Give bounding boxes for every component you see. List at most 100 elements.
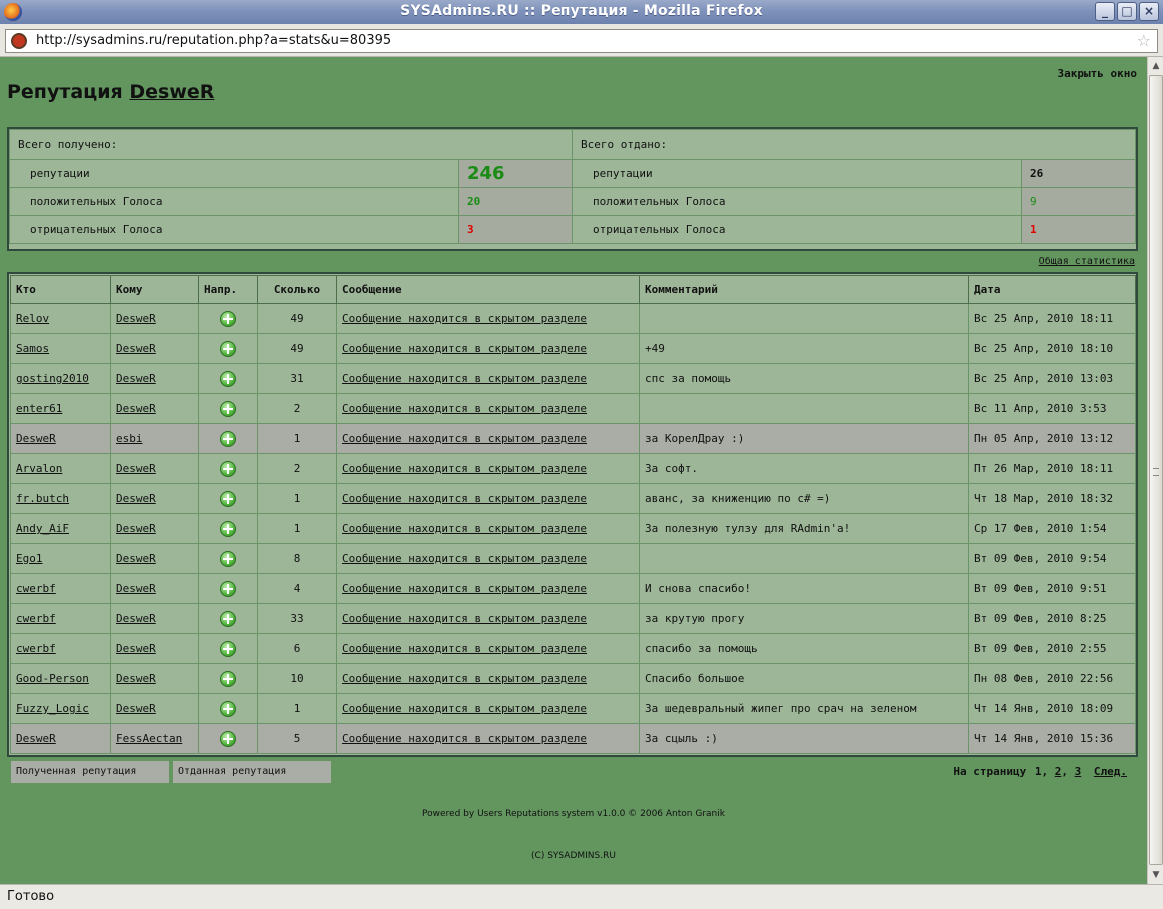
vote-message-link[interactable]: Сообщение находится в скрытом разделе — [342, 432, 587, 445]
vote-message-link[interactable]: Сообщение находится в скрытом разделе — [342, 732, 587, 745]
vote-message-link[interactable]: Сообщение находится в скрытом разделе — [342, 492, 587, 505]
vote-date: Пн 05 Апр, 2010 13:12 — [968, 423, 1136, 454]
url-text[interactable]: http://sysadmins.ru/reputation.php?a=sta… — [36, 33, 391, 48]
vote-comment: Спасибо большое — [639, 663, 969, 694]
vote-to-link[interactable]: FessAectan — [116, 732, 182, 745]
vote-message-link[interactable]: Сообщение находится в скрытом разделе — [342, 312, 587, 325]
vote-to-link[interactable]: DesweR — [116, 552, 156, 565]
vote-who-link[interactable]: cwerbf — [16, 582, 56, 595]
vote-to-link[interactable]: DesweR — [116, 312, 156, 325]
page-title-prefix: Репутация — [7, 81, 123, 103]
plus-vote-icon — [220, 400, 236, 417]
vote-to-cell: DesweR — [110, 393, 199, 424]
username-link[interactable]: DesweR — [129, 81, 214, 103]
vote-to-link[interactable]: DesweR — [116, 462, 156, 475]
vote-message-link[interactable]: Сообщение находится в скрытом разделе — [342, 402, 587, 415]
plus-vote-icon — [220, 550, 236, 567]
close-window-link[interactable]: Закрыть окно — [1058, 67, 1137, 80]
vote-to-link[interactable]: DesweR — [116, 612, 156, 625]
vote-who-cell: Samos — [10, 333, 111, 364]
vote-who-link[interactable]: Samos — [16, 342, 49, 355]
next-page-link[interactable]: След. — [1094, 765, 1127, 778]
table-row: Fuzzy_Logic DesweR 1 Сообщение находится в … — [10, 693, 1136, 724]
address-bar[interactable]: http://sysadmins.ru/reputation.php?a=sta… — [5, 29, 1158, 53]
maximize-button[interactable]: □ — [1117, 2, 1137, 21]
vote-to-link[interactable]: DesweR — [116, 672, 156, 685]
total-stats-link[interactable]: Общая статистика — [1039, 256, 1135, 267]
vote-amount: 2 — [257, 393, 337, 424]
vote-amount: 1 — [257, 483, 337, 514]
given-positive-value: 9 — [1021, 187, 1136, 216]
vote-to-cell: DesweR — [110, 483, 199, 514]
received-header: Всего получено: — [9, 129, 573, 160]
vote-to-cell: DesweR — [110, 573, 199, 604]
vote-message-link[interactable]: Сообщение находится в скрытом разделе — [342, 612, 587, 625]
vote-who-link[interactable]: gosting2010 — [16, 372, 89, 385]
vote-comment: спс за помощь — [639, 363, 969, 394]
vote-direction-cell — [198, 663, 258, 694]
vote-who-link[interactable]: Andy_AiF — [16, 522, 69, 535]
vote-who-link[interactable]: Arvalon — [16, 462, 62, 475]
vote-message-link[interactable]: Сообщение находится в скрытом разделе — [342, 522, 587, 535]
vote-who-link[interactable]: Fuzzy_Logic — [16, 702, 89, 715]
vote-who-link[interactable]: cwerbf — [16, 642, 56, 655]
table-row: enter61 DesweR 2 Сообщение находится в скры… — [10, 393, 1136, 424]
vote-who-link[interactable]: cwerbf — [16, 612, 56, 625]
vote-message-link[interactable]: Сообщение находится в скрытом разделе — [342, 582, 587, 595]
vote-comment: +49 — [639, 333, 969, 364]
vote-who-link[interactable]: DesweR — [16, 432, 56, 445]
vertical-scrollbar[interactable]: ▲ ▼ — [1147, 57, 1163, 884]
vote-message-link[interactable]: Сообщение находится в скрытом разделе — [342, 552, 587, 565]
vote-who-link[interactable]: DesweR — [16, 732, 56, 745]
vote-to-cell: DesweR — [110, 333, 199, 364]
vote-who-cell: Good-Person — [10, 663, 111, 694]
vote-who-cell: Arvalon — [10, 453, 111, 484]
vote-who-link[interactable]: Relov — [16, 312, 49, 325]
vote-message-link[interactable]: Сообщение находится в скрытом разделе — [342, 702, 587, 715]
vote-message-link[interactable]: Сообщение находится в скрытом разделе — [342, 462, 587, 475]
vote-comment: И снова спасибо! — [639, 573, 969, 604]
vote-message-cell: Сообщение находится в скрытом разделе — [336, 663, 640, 694]
vote-who-link[interactable]: Good-Person — [16, 672, 89, 685]
plus-vote-icon — [220, 700, 236, 717]
close-window-button[interactable]: × — [1139, 2, 1159, 21]
vote-who-link[interactable]: Ego1 — [16, 552, 43, 565]
scroll-down-arrow-icon[interactable]: ▼ — [1149, 867, 1163, 883]
pagination: На страницу 1, 2, 3 След. — [953, 765, 1127, 778]
vote-to-link[interactable]: DesweR — [116, 522, 156, 535]
vote-who-cell: cwerbf — [10, 603, 111, 634]
vote-who-link[interactable]: enter61 — [16, 402, 62, 415]
vote-to-link[interactable]: DesweR — [116, 372, 156, 385]
vote-to-link[interactable]: DesweR — [116, 402, 156, 415]
vote-to-link[interactable]: DesweR — [116, 582, 156, 595]
vote-message-cell: Сообщение находится в скрытом разделе — [336, 633, 640, 664]
table-row: Samos DesweR 49 Сообщение находится в скрыт… — [10, 333, 1136, 364]
minimize-button[interactable]: _ — [1095, 2, 1115, 21]
plus-vote-icon — [220, 340, 236, 357]
vote-message-link[interactable]: Сообщение находится в скрытом разделе — [342, 342, 587, 355]
vote-to-link[interactable]: esbi — [116, 432, 143, 445]
plus-vote-icon — [220, 520, 236, 537]
page-link-3[interactable]: 3 — [1075, 765, 1082, 778]
vote-message-link[interactable]: Сообщение находится в скрытом разделе — [342, 372, 587, 385]
column-header-direction: Напр. — [198, 275, 258, 304]
received-reputation-tab[interactable]: Полученная репутация — [11, 761, 169, 783]
vote-who-link[interactable]: fr.butch — [16, 492, 69, 505]
vote-date: Вт 09 Фев, 2010 2:55 — [968, 633, 1136, 664]
vote-to-link[interactable]: DesweR — [116, 702, 156, 715]
vote-to-link[interactable]: DesweR — [116, 342, 156, 355]
column-header-who: Кто — [10, 275, 111, 304]
scroll-up-arrow-icon[interactable]: ▲ — [1149, 58, 1163, 74]
page-link-2[interactable]: 2 — [1055, 765, 1062, 778]
vote-amount: 1 — [257, 693, 337, 724]
vote-who-cell: enter61 — [10, 393, 111, 424]
bookmark-star-icon[interactable]: ☆ — [1137, 31, 1151, 50]
vote-message-link[interactable]: Сообщение находится в скрытом разделе — [342, 642, 587, 655]
vote-to-link[interactable]: DesweR — [116, 492, 156, 505]
vote-message-link[interactable]: Сообщение находится в скрытом разделе — [342, 672, 587, 685]
given-reputation-tab[interactable]: Отданная репутация — [173, 761, 331, 783]
plus-vote-icon — [220, 730, 236, 747]
scroll-thumb[interactable] — [1149, 75, 1163, 865]
vote-to-link[interactable]: DesweR — [116, 642, 156, 655]
plus-vote-icon — [220, 490, 236, 507]
